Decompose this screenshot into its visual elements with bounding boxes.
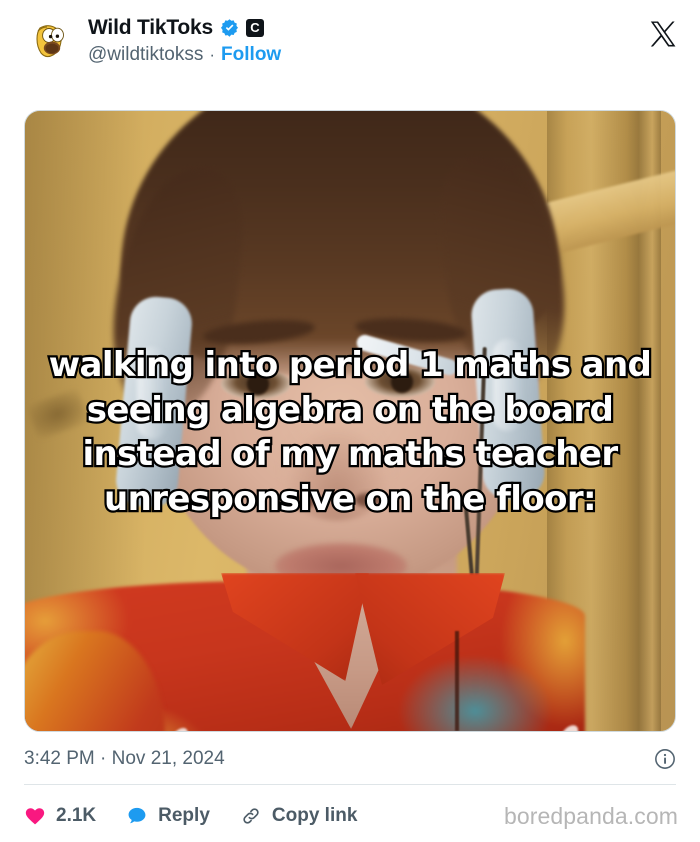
author-identity: Wild TikToks C @wildtiktokss · Follow: [88, 16, 281, 66]
caption-line: unresponsive on the floor:: [102, 476, 599, 520]
author-handle[interactable]: @wildtiktokss: [88, 44, 203, 66]
avatar[interactable]: [28, 18, 72, 62]
verified-badge-icon: [220, 19, 238, 37]
boredpanda-watermark: boredpanda.com: [503, 802, 678, 829]
copy-link-button[interactable]: Copy link: [240, 805, 358, 827]
shirt-flower: [542, 718, 603, 731]
reply-button[interactable]: Reply: [126, 805, 210, 827]
tiktok-screenshot: walking into period 1 maths and seeing a…: [25, 111, 675, 731]
tweet-header: Wild TikToks C @wildtiktokss · Follow: [0, 0, 700, 84]
footer-divider: [24, 784, 676, 785]
author-name-row: Wild TikToks C: [88, 17, 281, 38]
reply-label: Reply: [158, 805, 210, 826]
caption-line: seeing algebra on the board: [84, 387, 616, 431]
caption-line: walking into period 1 maths and: [46, 343, 654, 387]
shirt-flower: [153, 721, 211, 731]
like-button[interactable]: 2.1K: [24, 805, 96, 827]
post-actions: 2.1K Reply Copy link boredpanda.com: [24, 796, 678, 836]
post-media[interactable]: walking into period 1 maths and seeing a…: [24, 110, 676, 732]
display-name[interactable]: Wild TikToks: [88, 17, 213, 38]
copy-link-label: Copy link: [271, 805, 358, 826]
tweet-card: Wild TikToks C @wildtiktokss · Follow wa…: [0, 0, 700, 842]
post-meta-row: 3:42 PM · Nov 21, 2024: [24, 748, 676, 770]
shirt-flower: [219, 727, 277, 731]
speech-bubble-icon: [128, 807, 146, 824]
post-timestamp[interactable]: 3:42 PM · Nov 21, 2024: [24, 748, 225, 770]
like-count: 2.1K: [56, 805, 97, 826]
separator-dot: ·: [209, 45, 216, 64]
heart-icon: [25, 808, 45, 825]
author-handle-row: @wildtiktokss · Follow: [88, 44, 281, 66]
meme-caption: walking into period 1 maths and seeing a…: [25, 343, 675, 521]
affiliate-badge-icon[interactable]: C: [245, 18, 264, 37]
x-logo-icon[interactable]: [648, 19, 678, 49]
info-circle-icon[interactable]: [654, 748, 676, 770]
shirt-placket: [455, 631, 459, 731]
chain-link-icon: [243, 808, 259, 824]
follow-button[interactable]: Follow: [221, 44, 281, 66]
caption-line: instead of my maths teacher: [80, 432, 620, 476]
